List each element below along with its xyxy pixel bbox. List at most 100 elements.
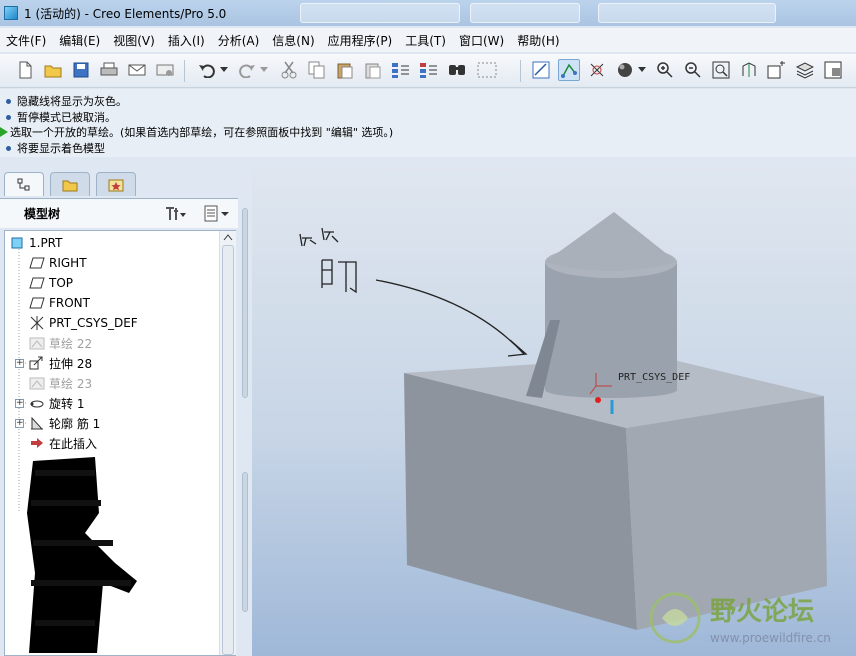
tree-item-sketch-23[interactable]: 草绘 23 [29,373,92,393]
cut-icon[interactable] [278,59,300,81]
tree-scrollbar[interactable] [219,231,236,655]
background-window-tab[interactable] [598,3,776,23]
redo-icon[interactable] [236,59,258,81]
zoom-in-icon[interactable] [654,59,676,81]
regeneration-manager-icon[interactable] [418,59,440,81]
watermark-url: www.proewildfire.cn [710,631,831,645]
rib-icon [29,416,45,430]
expand-toggle-icon[interactable]: + [15,399,24,408]
menu-help[interactable]: 帮助(H) [517,32,559,49]
view-manager-icon[interactable] [822,59,844,81]
find-icon[interactable] [446,59,468,81]
regenerate-icon[interactable] [390,59,412,81]
csys-icon [29,316,45,330]
menu-applications[interactable]: 应用程序(P) [328,32,393,49]
tab-model-tree[interactable] [4,172,44,196]
tree-item-revolve-1[interactable]: 旋转 1 [29,393,84,413]
send-mail-icon[interactable] [126,59,148,81]
tree-item-label: 旋转 1 [49,396,85,411]
info-bullet-icon [6,98,11,104]
title-bar: 1 (活动的) - Creo Elements/Pro 5.0 [0,0,856,26]
tree-item-label: PRT_CSYS_DEF [49,316,138,330]
splitter-grip[interactable] [242,472,248,612]
favorites-icon [108,179,124,191]
datum-points-display-icon[interactable] [586,59,608,81]
tree-item-label: 在此插入 [49,436,98,451]
tab-favorites[interactable] [96,172,136,196]
new-file-icon[interactable] [14,59,36,81]
redaction-scribble [27,457,137,653]
folder-browser-icon [62,180,78,191]
tree-item-label: 拉伸 28 [49,356,93,371]
toolbar-separator [184,60,185,82]
undo-icon[interactable] [196,59,218,81]
undo-dropdown-icon[interactable] [218,59,230,81]
graphics-window[interactable]: PRT_CSYS_DEF 野火论坛 www.proewildfire.cn [252,168,856,656]
datum-axis-display-icon[interactable] [558,59,580,81]
settings-tools-icon[interactable] [164,205,186,226]
menu-analysis[interactable]: 分析(A) [218,32,260,49]
model-tree-icon [17,178,30,190]
copy-icon[interactable] [306,59,328,81]
refit-icon[interactable] [710,59,732,81]
datum-plane-icon [29,256,45,270]
tree-item-front[interactable]: FRONT [29,293,90,313]
paste-special-icon[interactable] [362,59,384,81]
tree-item-label: 轮廓 筋 1 [49,416,101,431]
panel-splitter[interactable] [238,168,252,656]
tree-item-rib-1[interactable]: 轮廓 筋 1 [29,413,100,433]
scrollbar-thumb[interactable] [222,245,234,655]
open-folder-icon[interactable] [42,59,64,81]
message-text: 将要显示着色模型 [17,142,105,155]
sketch-icon[interactable] [530,59,552,81]
menu-info[interactable]: 信息(N) [272,32,314,49]
tree-item-top[interactable]: TOP [29,273,73,293]
message-area: 隐藏线将显示为灰色。 暂停模式已被取消。 选取一个开放的草绘。(如果首选内部草绘… [0,89,856,157]
model-view[interactable]: PRT_CSYS_DEF 野火论坛 www.proewildfire.cn [252,168,856,656]
navigator-tabs [4,172,142,198]
message-text: 选取一个开放的草绘。(如果首选内部草绘，可在参照面板中找到 "编辑" 选项。) [10,126,394,139]
menu-edit[interactable]: 编辑(E) [59,32,100,49]
csys-label: PRT_CSYS_DEF [618,372,690,383]
tab-folder-browser[interactable] [50,172,90,196]
sketch-icon [29,376,45,390]
menu-tools[interactable]: 工具(T) [405,32,446,49]
tree-item-right[interactable]: RIGHT [29,253,87,273]
extrude-icon [29,356,45,370]
message-line: 隐藏线将显示为灰色。 [4,93,127,109]
redo-dropdown-icon[interactable] [258,59,270,81]
tree-item-csys[interactable]: PRT_CSYS_DEF [29,313,138,333]
paste-icon[interactable] [334,59,356,81]
menu-window[interactable]: 窗口(W) [459,32,504,49]
window-title: 1 (活动的) - Creo Elements/Pro 5.0 [24,6,227,21]
display-style-dropdown-icon[interactable] [636,59,648,81]
prompt-arrow-icon [0,127,8,137]
menu-view[interactable]: 视图(V) [113,32,155,49]
tree-item-insert-here[interactable]: 在此插入 [29,433,97,453]
navigator-panel: 模型树 1.PRT RIGHT TOP FRONT PRT_CSYS_DEF 草… [0,168,252,656]
shading-display-icon[interactable] [614,59,636,81]
send-attachment-icon[interactable] [154,59,176,81]
show-options-icon[interactable] [204,205,232,226]
reorient-icon[interactable] [738,59,760,81]
tree-item-part[interactable]: 1.PRT [9,233,62,253]
part-icon [9,236,25,250]
expand-toggle-icon[interactable]: + [15,359,24,368]
background-window-tab[interactable] [470,3,580,23]
layers-icon[interactable] [794,59,816,81]
print-icon[interactable] [98,59,120,81]
expand-toggle-icon[interactable]: + [15,419,24,428]
splitter-grip[interactable] [242,208,248,398]
saved-views-icon[interactable] [766,59,788,81]
zoom-out-icon[interactable] [682,59,704,81]
background-window-tab[interactable] [300,3,460,23]
tree-item-extrude-28[interactable]: 拉伸 28 [29,353,92,373]
scroll-up-icon[interactable] [223,233,233,241]
selection-box-icon[interactable] [474,59,502,81]
tree-item-sketch-22[interactable]: 草绘 22 [29,333,92,353]
menu-insert[interactable]: 插入(I) [168,32,205,49]
message-line: 暂停模式已被取消。 [4,109,116,125]
cone-top [545,212,677,262]
save-icon[interactable] [70,59,92,81]
menu-file[interactable]: 文件(F) [6,32,46,49]
